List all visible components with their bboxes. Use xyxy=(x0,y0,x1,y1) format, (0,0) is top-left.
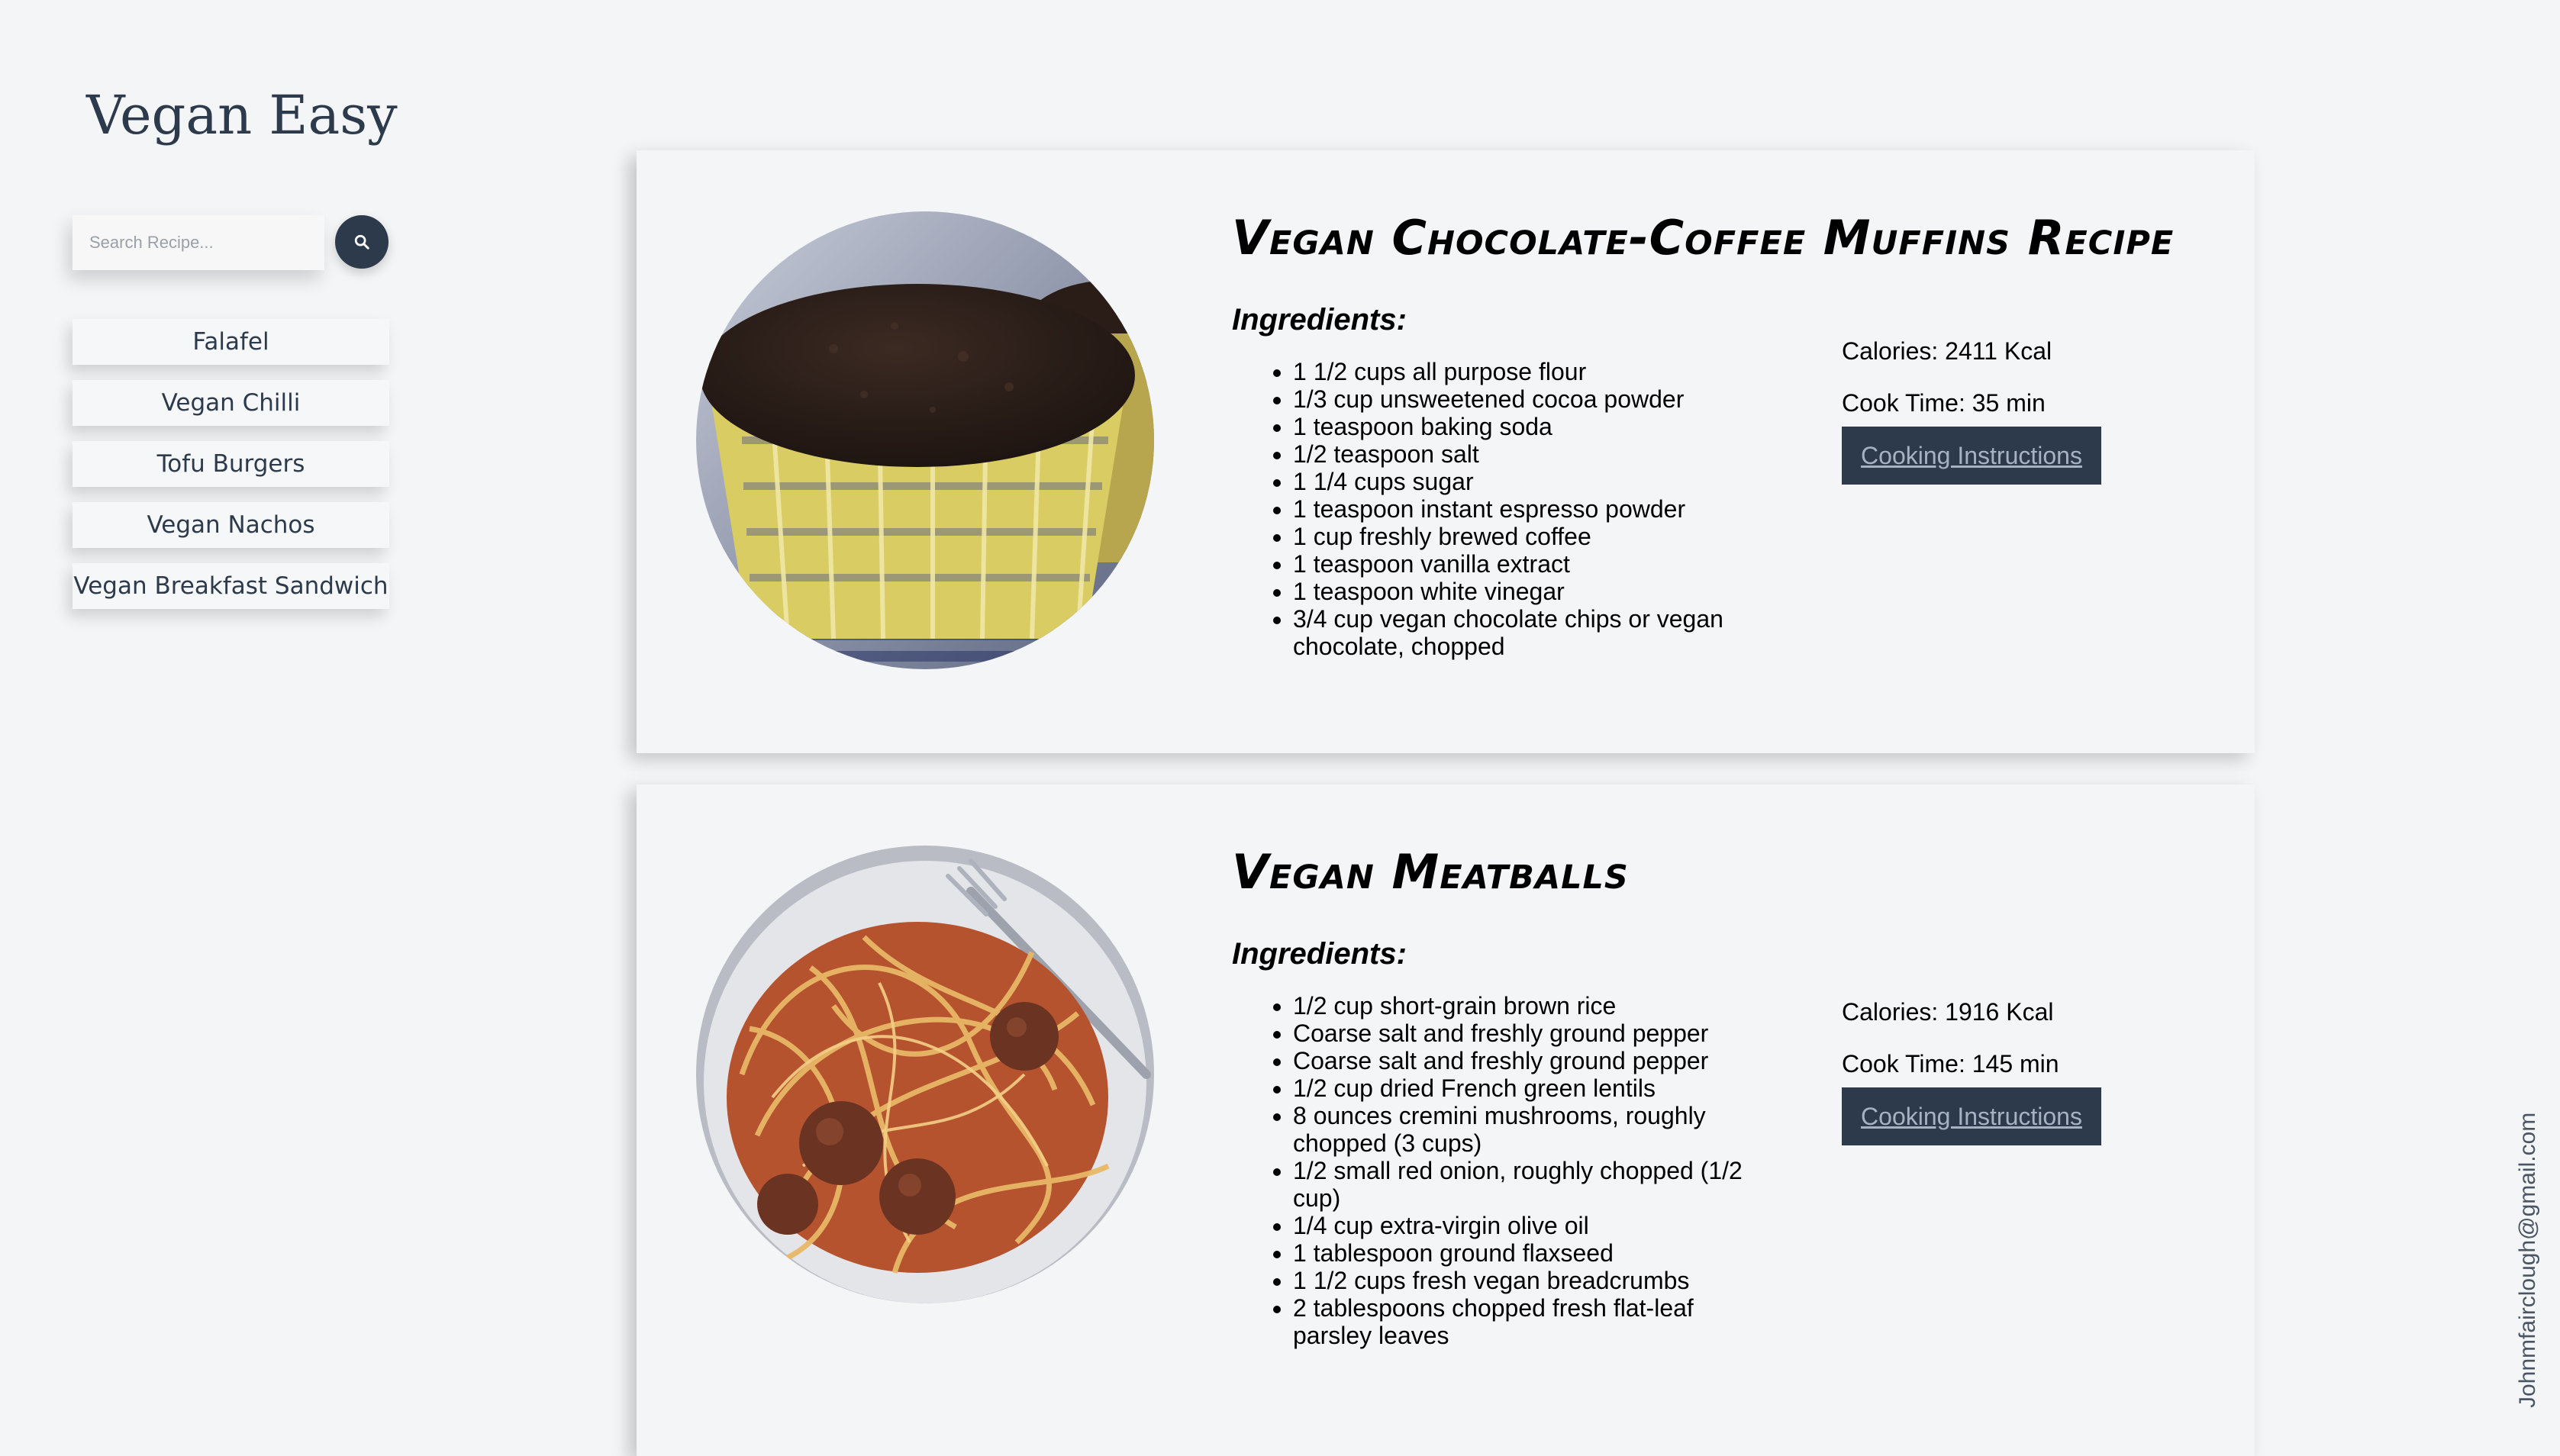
ingredient-item: 8 ounces cremini mushrooms, roughly chop… xyxy=(1293,1102,1751,1157)
ingredient-item: 1 teaspoon white vinegar xyxy=(1293,578,1751,605)
ingredients-heading: Ingredients: xyxy=(1232,303,1407,337)
ingredient-item: 1 1/2 cups fresh vegan breadcrumbs xyxy=(1293,1267,1751,1294)
recipe-nav: Falafel Vegan Chilli Tofu Burgers Vegan … xyxy=(73,319,389,609)
ingredient-item: Coarse salt and freshly ground pepper xyxy=(1293,1047,1751,1074)
recipe-title: Vegan Meatballs xyxy=(1232,844,1629,900)
nav-item-vegan-nachos[interactable]: Vegan Nachos xyxy=(73,502,389,548)
contact-email: Johnmfairclough@gmail.com xyxy=(2515,1112,2540,1408)
ingredient-item: 1/3 cup unsweetened cocoa powder xyxy=(1293,385,1751,413)
calories-label: Calories: 1916 Kcal xyxy=(1842,998,2054,1026)
ingredient-item: Coarse salt and freshly ground pepper xyxy=(1293,1020,1751,1047)
spaghetti-meatballs-photo xyxy=(696,846,1154,1303)
app-title: Vegan Easy xyxy=(86,84,398,147)
ingredients-list: 1/2 cup short-grain brown rice Coarse sa… xyxy=(1232,992,1751,1349)
cooking-instructions-button[interactable]: Cooking Instructions xyxy=(1842,427,2101,485)
chocolate-muffin-photo xyxy=(696,211,1154,669)
ingredients-list: 1 1/2 cups all purpose flour 1/3 cup uns… xyxy=(1232,358,1751,660)
nav-item-tofu-burgers[interactable]: Tofu Burgers xyxy=(73,441,389,487)
cook-time-label: Cook Time: 145 min xyxy=(1842,1050,2059,1078)
ingredient-item: 1/4 cup extra-virgin olive oil xyxy=(1293,1212,1751,1239)
ingredients-heading: Ingredients: xyxy=(1232,937,1407,971)
search-icon xyxy=(354,234,369,250)
ingredient-item: 1 teaspoon instant espresso powder xyxy=(1293,495,1751,523)
recipe-card: Vegan Chocolate-Coffee Muffins Recipe In… xyxy=(637,150,2255,753)
ingredient-item: 1/2 small red onion, roughly chopped (1/… xyxy=(1293,1157,1751,1212)
ingredient-item: 3/4 cup vegan chocolate chips or vegan c… xyxy=(1293,605,1751,660)
ingredient-item: 1/2 teaspoon salt xyxy=(1293,440,1751,468)
nav-item-falafel[interactable]: Falafel xyxy=(73,319,389,365)
ingredient-item: 1 tablespoon ground flaxseed xyxy=(1293,1239,1751,1267)
calories-label: Calories: 2411 Kcal xyxy=(1842,337,2052,365)
ingredient-item: 1 teaspoon vanilla extract xyxy=(1293,550,1751,578)
ingredient-item: 1 teaspoon baking soda xyxy=(1293,413,1751,440)
ingredient-item: 1/2 cup dried French green lentils xyxy=(1293,1074,1751,1102)
cook-time-label: Cook Time: 35 min xyxy=(1842,389,2046,417)
ingredient-item: 1 1/4 cups sugar xyxy=(1293,468,1751,495)
recipe-title: Vegan Chocolate-Coffee Muffins Recipe xyxy=(1232,210,2175,266)
ingredient-item: 1/2 cup short-grain brown rice xyxy=(1293,992,1751,1020)
cooking-instructions-button[interactable]: Cooking Instructions xyxy=(1842,1087,2101,1145)
recipe-card: Vegan Meatballs Ingredients: 1/2 cup sho… xyxy=(637,784,2255,1456)
nav-item-vegan-breakfast-sandwich[interactable]: Vegan Breakfast Sandwich xyxy=(73,563,389,609)
ingredient-item: 1 cup freshly brewed coffee xyxy=(1293,523,1751,550)
search-input[interactable] xyxy=(73,215,324,270)
ingredient-item: 1 1/2 cups all purpose flour xyxy=(1293,358,1751,385)
nav-item-vegan-chilli[interactable]: Vegan Chilli xyxy=(73,380,389,426)
search-button[interactable] xyxy=(335,215,389,269)
ingredient-item: 2 tablespoons chopped fresh flat-leaf pa… xyxy=(1293,1294,1751,1349)
